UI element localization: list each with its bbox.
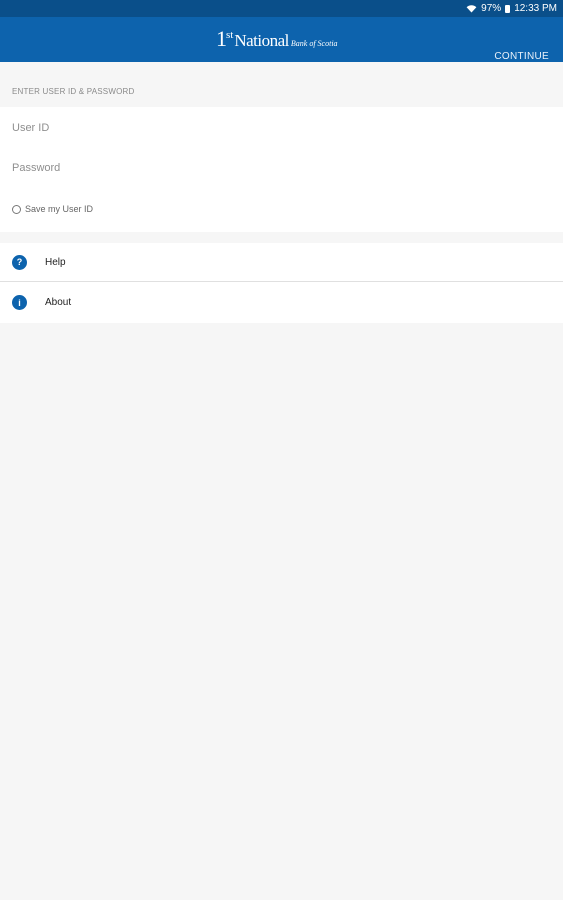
status-bar: 97% 12:33 PM	[0, 0, 563, 17]
login-form: Save my User ID	[0, 107, 563, 232]
password-input[interactable]	[12, 151, 552, 185]
app-bar: 1 st National Bank of Scotia CONTINUE	[0, 17, 563, 62]
logo-tagline: Bank of Scotia	[290, 39, 338, 48]
section-label: ENTER USER ID & PASSWORD	[12, 87, 135, 96]
help-icon: ?	[12, 254, 27, 270]
battery-percent: 97%	[481, 3, 502, 14]
continue-button[interactable]: CONTINUE	[494, 51, 549, 62]
menu-item-label: Help	[45, 256, 66, 268]
info-icon: i	[12, 295, 27, 310]
menu-list: ? Help i About	[0, 243, 563, 323]
menu-item-label: About	[45, 297, 72, 308]
logo-name: National	[234, 31, 289, 50]
wifi-icon	[466, 4, 477, 13]
save-user-id-option[interactable]: Save my User ID	[12, 204, 93, 214]
battery-icon	[505, 4, 511, 13]
save-user-id-radio[interactable]	[12, 204, 21, 214]
menu-item-help[interactable]: ? Help	[0, 243, 563, 282]
logo-superscript: st	[226, 29, 234, 41]
save-user-id-label: Save my User ID	[25, 204, 94, 214]
user-id-input[interactable]	[12, 111, 552, 145]
logo-numeral: 1	[216, 26, 227, 51]
clock: 12:33 PM	[514, 3, 557, 14]
bank-logo: 1 st National Bank of Scotia	[216, 26, 338, 54]
menu-item-about[interactable]: i About	[0, 283, 563, 322]
